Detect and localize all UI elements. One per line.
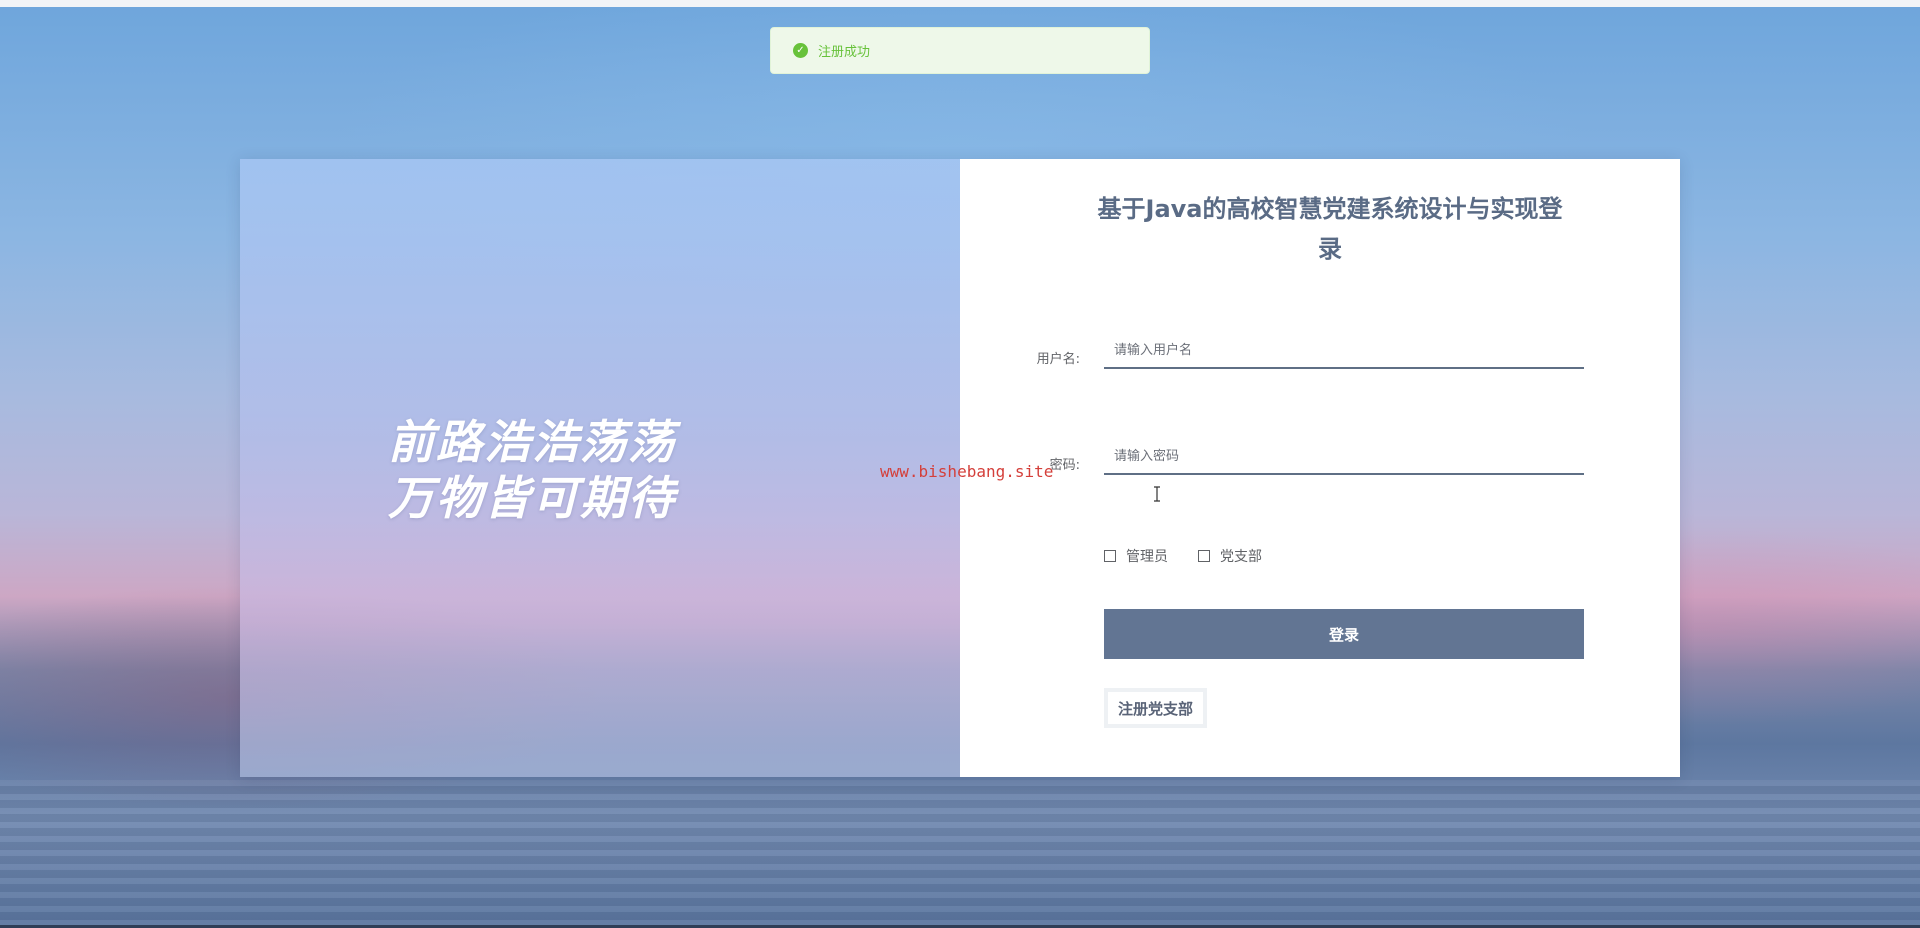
site-watermark: www.bishebang.site bbox=[880, 462, 1054, 481]
username-input[interactable] bbox=[1104, 333, 1584, 369]
check-circle-icon: ✓ bbox=[793, 43, 808, 58]
admin-checkbox[interactable] bbox=[1104, 550, 1116, 562]
window-top-border bbox=[0, 0, 1920, 7]
login-button[interactable]: 登录 bbox=[1104, 609, 1584, 659]
role-option-admin[interactable]: 管理员 bbox=[1104, 546, 1168, 566]
page-title: 基于Java的高校智慧党建系统设计与实现登录 bbox=[1097, 195, 1563, 263]
role-option-branch[interactable]: 党支部 bbox=[1198, 546, 1262, 566]
register-branch-button[interactable]: 注册党支部 bbox=[1104, 688, 1208, 728]
login-page: ✓ 注册成功 前路浩浩荡荡 万物皆可期待 基于Java的高校智慧党建系统设计与实… bbox=[0, 0, 1920, 928]
toast-message: 注册成功 bbox=[818, 45, 871, 60]
slogan-line-1: 前路浩浩荡荡 bbox=[388, 415, 676, 469]
success-toast: ✓ 注册成功 bbox=[770, 27, 1150, 74]
sea-texture bbox=[0, 780, 1920, 928]
role-selector: 管理员 党支部 bbox=[1104, 546, 1292, 566]
branch-checkbox[interactable] bbox=[1198, 550, 1210, 562]
text-cursor-icon bbox=[1154, 486, 1160, 502]
hero-slogan: 前路浩浩荡荡 万物皆可期待 bbox=[388, 414, 676, 526]
slogan-line-2: 万物皆可期待 bbox=[388, 471, 676, 525]
password-input[interactable] bbox=[1104, 439, 1584, 475]
role-label-branch: 党支部 bbox=[1220, 549, 1262, 565]
username-label: 用户名: bbox=[1036, 352, 1080, 367]
login-form-panel: 基于Java的高校智慧党建系统设计与实现登录 用户名: 密码: 管理员 党支部 … bbox=[960, 159, 1680, 777]
hero-panel: 前路浩浩荡荡 万物皆可期待 bbox=[240, 159, 960, 777]
role-label-admin: 管理员 bbox=[1126, 549, 1168, 565]
